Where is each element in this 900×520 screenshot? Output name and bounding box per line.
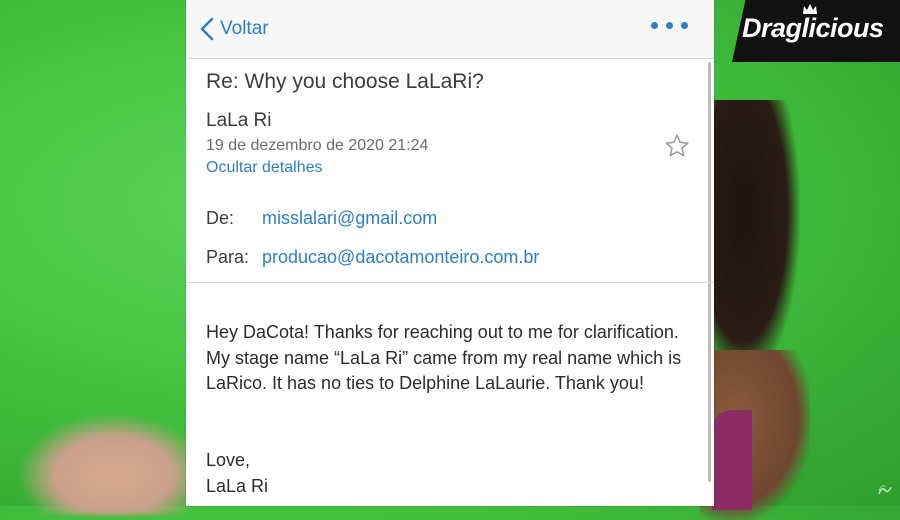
email-subject: Re: Why you choose LaLaRi?: [206, 70, 484, 93]
star-icon[interactable]: [664, 133, 690, 159]
email-date: 19 de dezembro de 2020 21:24: [206, 137, 429, 154]
email-closing: Love, LaLa Ri: [206, 448, 268, 499]
channel-logo: Draglicious: [732, 0, 900, 62]
hide-details-link[interactable]: Ocultar detalhes: [206, 159, 323, 177]
email-screen: Voltar Re: Why you choose LaLaRi? LaLa R…: [186, 0, 714, 506]
more-options-button[interactable]: [651, 22, 688, 29]
from-address[interactable]: misslalari@gmail.com: [262, 208, 437, 229]
back-label: Voltar: [220, 18, 269, 39]
dot-icon: [651, 22, 658, 29]
background-hand: [20, 415, 190, 515]
sender-name: LaLa Ri: [206, 110, 272, 131]
watermark-icon: [878, 485, 892, 495]
to-label: Para:: [206, 247, 250, 267]
scrollbar[interactable]: [708, 62, 711, 482]
background-hair: [705, 100, 800, 380]
signature-text: LaLa Ri: [206, 475, 269, 496]
from-label: De:: [206, 208, 235, 228]
email-body: Hey DaCota! Thanks for reaching out to m…: [206, 322, 682, 393]
dot-icon: [681, 22, 688, 29]
back-button[interactable]: Voltar: [200, 14, 269, 44]
closing-text: Love,: [206, 450, 251, 470]
dot-icon: [666, 22, 673, 29]
chevron-left-icon: [200, 17, 214, 41]
background-clothing: [712, 410, 752, 510]
navigation-bar: Voltar: [186, 0, 714, 59]
divider: [186, 282, 714, 283]
to-address[interactable]: producao@dacotamonteiro.com.br: [262, 247, 539, 268]
logo-text: Draglicious: [742, 13, 884, 43]
